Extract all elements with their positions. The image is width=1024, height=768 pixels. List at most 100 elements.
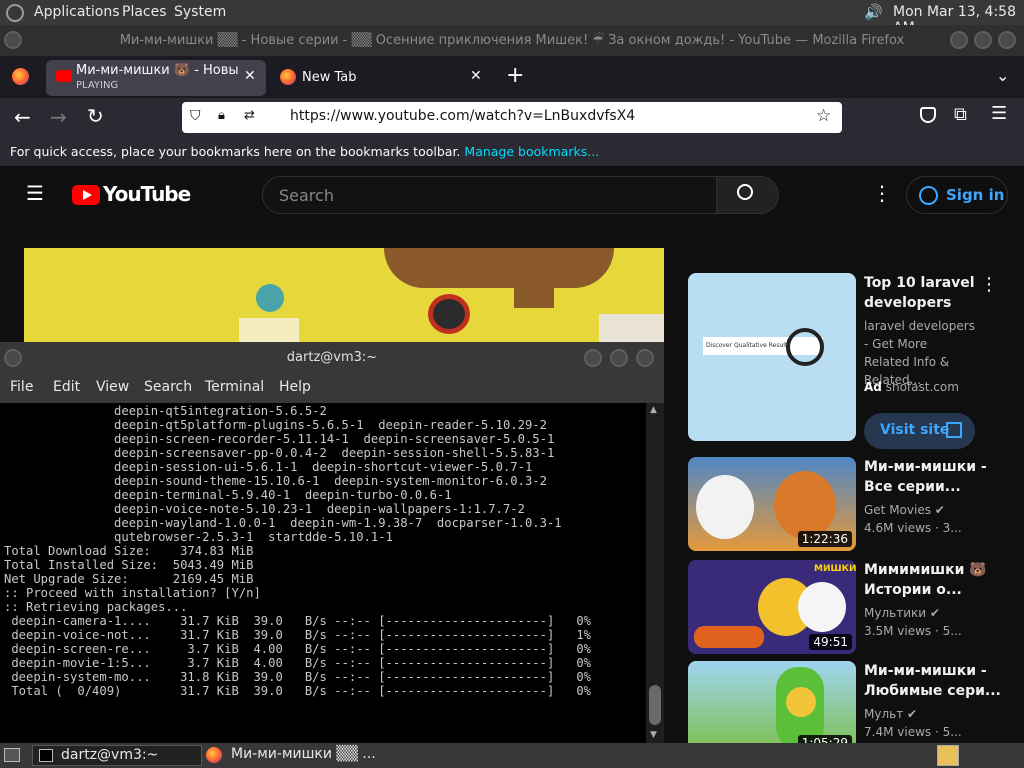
menu-edit[interactable]: Edit	[53, 379, 80, 395]
tab-title: Ми-ми-мишки 🐻 - Новые с	[76, 63, 238, 78]
reload-icon[interactable]: ↻	[87, 104, 104, 128]
terminal-output[interactable]: deepin-qt5integration-5.6.5-2 deepin-qt5…	[0, 403, 646, 744]
guide-menu-icon[interactable]: ☰	[26, 181, 44, 205]
applications-menu[interactable]: Applications	[34, 4, 120, 20]
minimize-button[interactable]	[584, 349, 602, 367]
window-menu-button[interactable]	[4, 31, 22, 49]
close-window-button[interactable]	[636, 349, 654, 367]
hamburger-menu-icon[interactable]: ☰	[991, 103, 1007, 124]
close-window-button[interactable]	[998, 31, 1016, 49]
search-input[interactable]: Search	[262, 176, 717, 214]
url-text[interactable]: https://www.youtube.com/watch?v=LnBuxdvf…	[290, 108, 635, 124]
scroll-up-arrow-icon[interactable]: ▲	[650, 405, 657, 415]
ad-card[interactable]: Discover Qualitative Results Top 10 lara…	[688, 273, 1018, 449]
list-tabs-chevron-icon[interactable]: ⌄	[996, 66, 1009, 85]
shield-icon[interactable]: ⛉	[190, 108, 201, 124]
terminal-line: deepin-wayland-1.0.0-1 deepin-wm-1.9.38-…	[4, 516, 562, 530]
rec-channel[interactable]: Мультики ✔	[864, 606, 940, 620]
terminal-scrollbar[interactable]: ▲ ▼	[646, 403, 664, 744]
forward-arrow-icon[interactable]: →	[50, 105, 67, 129]
permissions-icon[interactable]: ⇄	[244, 108, 255, 123]
visit-site-button[interactable]: Visit site	[864, 413, 975, 449]
system-menu[interactable]: System	[174, 4, 226, 20]
taskbar-label: dartz@vm3:~	[61, 747, 159, 763]
rec-channel[interactable]: Мульт ✔	[864, 707, 917, 721]
youtube-logo-text[interactable]: YouTube	[103, 182, 191, 206]
show-desktop-icon[interactable]	[4, 748, 20, 762]
places-menu[interactable]: Places	[122, 4, 167, 20]
terminal-line: deepin-voice-not... 31.7 KiB 39.0 B/s --…	[4, 628, 591, 642]
firefox-view-icon[interactable]	[12, 68, 29, 85]
bookmarks-message: For quick access, place your bookmarks h…	[10, 144, 461, 159]
close-tab-icon[interactable]: ✕	[470, 68, 482, 84]
firefox-favicon-icon	[280, 69, 296, 85]
video-trunk	[514, 258, 554, 308]
maximize-button[interactable]	[974, 31, 992, 49]
terminal-window: dartz@vm3:~ File Edit View Search Termin…	[0, 342, 664, 744]
rec-title[interactable]: Мимимишки 🐻 Истории о...	[864, 560, 1014, 600]
visit-site-label: Visit site	[880, 422, 950, 438]
terminal-line: deepin-screensaver-pp-0.0.4-2 deepin-ses…	[4, 446, 555, 460]
scroll-down-arrow-icon[interactable]: ▼	[650, 730, 657, 740]
manage-bookmarks-link[interactable]: Manage bookmarks...	[464, 144, 599, 159]
maximize-button[interactable]	[610, 349, 628, 367]
pocket-icon[interactable]	[920, 107, 936, 123]
channel-name[interactable]: Мультики	[864, 606, 926, 620]
window-menu-button[interactable]	[4, 349, 22, 367]
volume-icon[interactable]: 🔊	[864, 3, 883, 21]
scrollbar-thumb[interactable]	[649, 685, 661, 725]
rec-video[interactable]: МИШКИ 49:51 Мимимишки 🐻 Истории о... Мул…	[688, 560, 1018, 654]
menu-terminal[interactable]: Terminal	[205, 379, 264, 395]
menu-help[interactable]: Help	[279, 379, 311, 395]
channel-name[interactable]: Мульт	[864, 707, 903, 721]
taskbar-item-firefox[interactable]: Ми-ми-мишки ▒▒ ...	[202, 745, 402, 766]
workspace-switcher-icon[interactable]	[937, 745, 959, 766]
sign-in-label: Sign in	[946, 186, 1005, 204]
search-icon	[737, 184, 753, 200]
terminal-titlebar[interactable]: dartz@vm3:~	[0, 342, 664, 374]
sign-in-button[interactable]: Sign in	[906, 176, 1008, 214]
url-bar[interactable]: ⛉ 🔒︎ ⇄ https://www.youtube.com/watch?v=L…	[182, 102, 842, 133]
settings-more-icon[interactable]: ⋮	[872, 181, 892, 205]
extensions-icon[interactable]: ⧉	[954, 104, 967, 125]
gnome-foot-icon[interactable]	[6, 4, 24, 22]
rec-thumbnail[interactable]: 1:22:36	[688, 457, 856, 551]
lock-icon[interactable]: 🔒︎	[218, 108, 225, 123]
search-button[interactable]	[716, 176, 779, 214]
tab-youtube[interactable]: Ми-ми-мишки 🐻 - Новые с PLAYING ✕	[46, 60, 266, 96]
bookmarks-toolbar: For quick access, place your bookmarks h…	[0, 138, 1024, 166]
duration-badge: 1:22:36	[797, 531, 852, 547]
menu-file[interactable]: File	[10, 379, 33, 395]
bookmark-star-icon[interactable]: ☆	[816, 106, 831, 126]
rec-title[interactable]: Ми-ми-мишки - Любимые сери...	[864, 661, 1014, 701]
close-tab-icon[interactable]: ✕	[244, 68, 256, 84]
ad-description: laravel developers - Get More Related In…	[864, 319, 975, 387]
terminal-line: deepin-sound-theme-15.10.6-1 deepin-syst…	[4, 474, 547, 488]
tab-new-tab[interactable]: New Tab ✕	[272, 60, 494, 96]
menu-search[interactable]: Search	[144, 379, 192, 395]
menu-view[interactable]: View	[96, 379, 129, 395]
taskbar-item-terminal[interactable]: dartz@vm3:~	[32, 745, 202, 766]
ad-more-icon[interactable]: ⋮	[980, 274, 998, 295]
rec-title[interactable]: Ми-ми-мишки - Все серии...	[864, 457, 1014, 497]
terminal-line: deepin-movie-1:5... 3.7 KiB 4.00 B/s --:…	[4, 656, 591, 670]
rec-video[interactable]: 1:05:29 Ми-ми-мишки - Любимые сери... Му…	[688, 661, 1018, 755]
tab-bar: Ми-ми-мишки 🐻 - Новые с PLAYING ✕ New Ta…	[0, 56, 1024, 98]
terminal-line: Total Download Size: 374.83 MiB	[4, 544, 254, 558]
new-tab-plus-icon[interactable]: +	[506, 63, 524, 88]
terminal-line: qutebrowser-2.5.3-1 startdde-5.10.1-1	[4, 530, 393, 544]
video-clock	[428, 294, 470, 334]
rec-video[interactable]: 1:22:36 Ми-ми-мишки - Все серии... Get M…	[688, 457, 1018, 551]
channel-name[interactable]: Get Movies	[864, 503, 931, 517]
minimize-button[interactable]	[950, 31, 968, 49]
terminal-menubar: File Edit View Search Terminal Help	[0, 374, 664, 403]
ad-thumbnail[interactable]: Discover Qualitative Results	[688, 273, 856, 441]
terminal-title: dartz@vm3:~	[286, 350, 378, 365]
back-arrow-icon[interactable]: ←	[14, 105, 31, 129]
terminal-line: deepin-session-ui-5.6.1-1 deepin-shortcu…	[4, 460, 533, 474]
terminal-line: deepin-voice-note-5.10.23-1 deepin-wallp…	[4, 502, 525, 516]
rec-thumbnail[interactable]: МИШКИ 49:51	[688, 560, 856, 654]
rec-channel[interactable]: Get Movies ✔	[864, 503, 945, 517]
terminal-line: deepin-system-mo... 31.8 KiB 39.0 B/s --…	[4, 670, 591, 684]
rec-thumbnail[interactable]: 1:05:29	[688, 661, 856, 755]
